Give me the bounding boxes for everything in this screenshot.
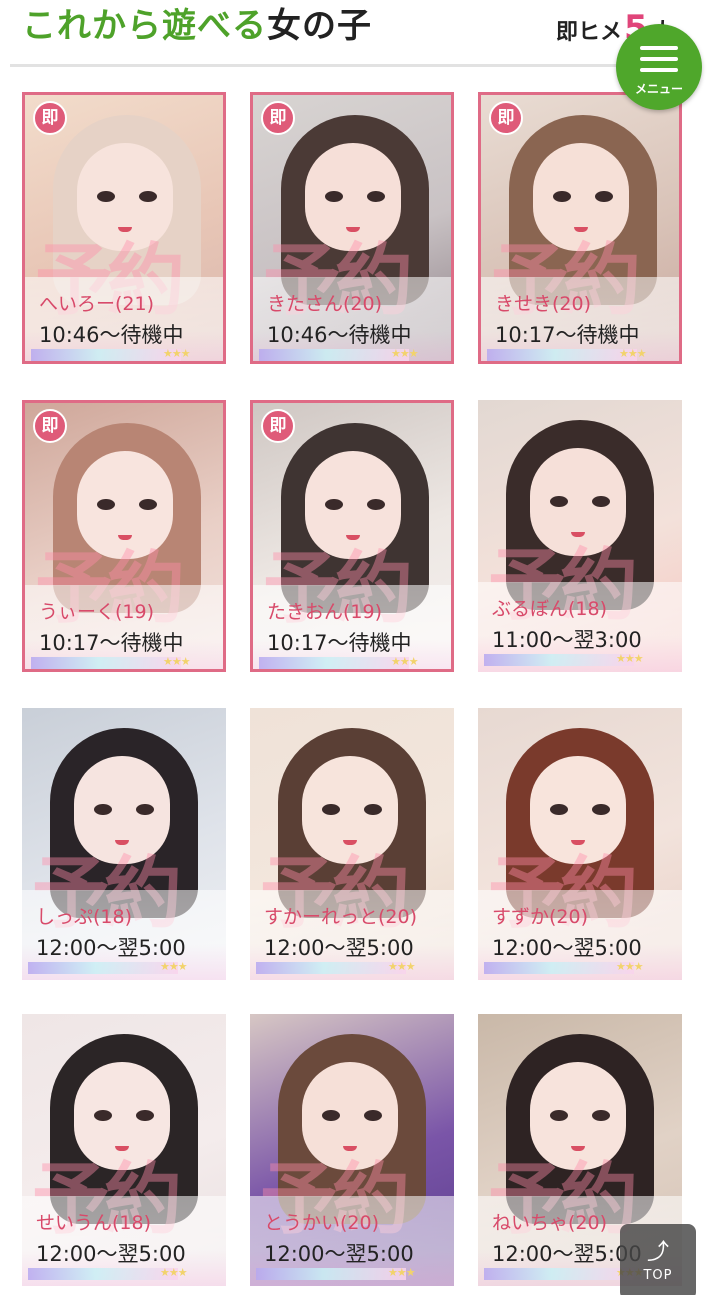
girl-card[interactable]: 予約 ★★★ とうかい(20) 12:00〜翌5:00 — [250, 1014, 454, 1286]
girl-schedule: 12:00〜翌5:00 — [492, 936, 642, 960]
scroll-top-label: TOP — [643, 1268, 673, 1283]
girl-name: きたさん(20) — [267, 293, 383, 315]
girls-grid: 予約 ★★★ へいろー(21) 10:46〜待機中 即 予約 ★★★ きたさん(… — [0, 0, 710, 1295]
arrow-up-icon: ⤴ — [646, 1240, 669, 1265]
girl-card[interactable]: 予約 ★★★ たきおん(19) 10:17〜待機中 即 — [250, 400, 454, 672]
girl-schedule: 10:17〜待機中 — [495, 323, 640, 347]
girl-card[interactable]: 予約 ★★★ すずか(20) 12:00〜翌5:00 — [478, 708, 682, 980]
girl-schedule: 12:00〜翌5:00 — [264, 936, 414, 960]
girl-card[interactable]: 予約 ★★★ しっぷ(18) 12:00〜翌5:00 — [22, 708, 226, 980]
instant-badge: 即 — [261, 409, 295, 443]
girl-name: ぶるぼん(18) — [492, 598, 608, 620]
menu-button[interactable]: メニュー — [616, 24, 702, 110]
girl-schedule: 11:00〜翌3:00 — [492, 628, 642, 652]
girl-name: へいろー(21) — [39, 293, 155, 315]
girl-card[interactable]: 予約 ★★★ うぃーく(19) 10:17〜待機中 即 — [22, 400, 226, 672]
hamburger-icon — [640, 46, 678, 79]
scroll-top-button[interactable]: ⤴ TOP — [620, 1224, 696, 1295]
girl-card[interactable]: 予約 ★★★ きたさん(20) 10:46〜待機中 即 — [250, 92, 454, 364]
girl-schedule: 10:17〜待機中 — [267, 631, 412, 655]
girl-name: ねいちゃ(20) — [492, 1212, 608, 1234]
instant-badge: 即 — [261, 101, 295, 135]
girl-schedule: 10:46〜待機中 — [39, 323, 184, 347]
girl-card[interactable]: 予約 ★★★ へいろー(21) 10:46〜待機中 即 — [22, 92, 226, 364]
girl-name: せいうん(18) — [36, 1212, 152, 1234]
girl-name: すずか(20) — [492, 906, 589, 928]
girl-card[interactable]: 予約 ★★★ せいうん(18) 12:00〜翌5:00 — [22, 1014, 226, 1286]
girl-card[interactable]: 予約 ★★★ すかーれっと(20) 12:00〜翌5:00 — [250, 708, 454, 980]
girl-schedule: 10:46〜待機中 — [267, 323, 412, 347]
girl-name: しっぷ(18) — [36, 906, 133, 928]
girl-schedule: 12:00〜翌5:00 — [36, 1242, 186, 1266]
menu-label: メニュー — [634, 82, 683, 96]
girl-name: たきおん(19) — [267, 601, 383, 623]
girl-name: うぃーく(19) — [39, 601, 155, 623]
girl-schedule: 12:00〜翌5:00 — [36, 936, 186, 960]
girl-card[interactable]: 予約 ★★★ きせき(20) 10:17〜待機中 即 — [478, 92, 682, 364]
girl-schedule: 12:00〜翌5:00 — [264, 1242, 414, 1266]
girl-card[interactable]: 予約 ★★★ ぶるぼん(18) 11:00〜翌3:00 — [478, 400, 682, 672]
girl-name: きせき(20) — [495, 293, 592, 315]
girl-name: すかーれっと(20) — [264, 906, 418, 928]
girl-schedule: 10:17〜待機中 — [39, 631, 184, 655]
instant-badge: 即 — [33, 409, 67, 443]
girl-name: とうかい(20) — [264, 1212, 380, 1234]
instant-badge: 即 — [33, 101, 67, 135]
instant-badge: 即 — [489, 101, 523, 135]
